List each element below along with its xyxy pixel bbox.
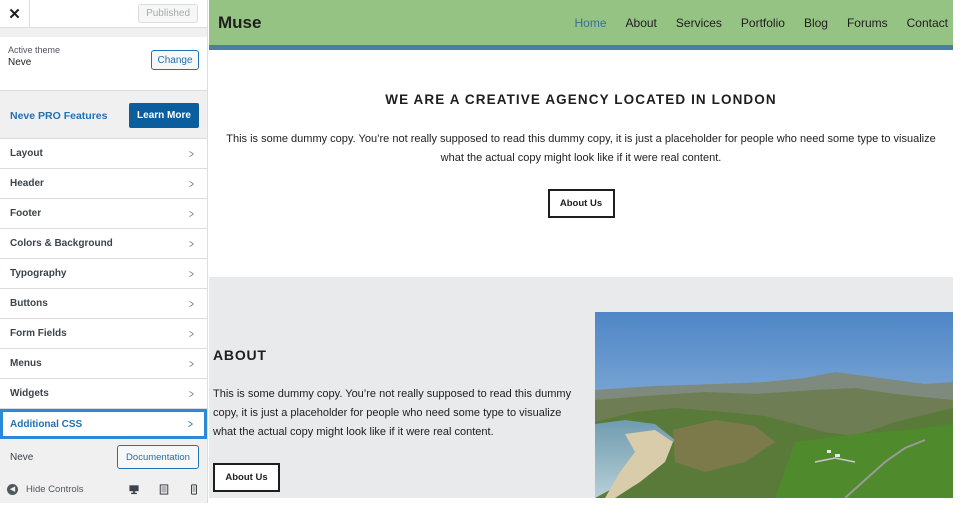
hero-text: This is some dummy copy. You’re not real… bbox=[226, 133, 936, 164]
sidebar-item-label: Menus bbox=[10, 358, 42, 369]
chevron-right-icon: > bbox=[189, 146, 194, 161]
nav-item-forums[interactable]: Forums bbox=[847, 16, 888, 30]
chevron-right-icon: > bbox=[189, 176, 194, 191]
chevron-right-icon: > bbox=[189, 266, 194, 281]
documentation-button[interactable]: Documentation bbox=[117, 445, 199, 469]
sidebar-item-header[interactable]: Header > bbox=[0, 169, 207, 199]
nav-item-blog[interactable]: Blog bbox=[804, 16, 828, 30]
sidebar-item-label: Buttons bbox=[10, 298, 48, 309]
mobile-icon[interactable] bbox=[189, 483, 199, 495]
published-button[interactable]: Published bbox=[138, 4, 198, 23]
sidebar-item-widgets[interactable]: Widgets > bbox=[0, 379, 207, 409]
chevron-right-icon: > bbox=[189, 356, 194, 371]
collapse-left-icon[interactable]: ◀ bbox=[7, 483, 18, 495]
chevron-right-icon: > bbox=[189, 326, 194, 341]
hide-controls-label[interactable]: Hide Controls bbox=[26, 484, 84, 495]
pro-features-panel: Neve PRO Features Learn More bbox=[0, 93, 207, 139]
sidebar-item-label: Typography bbox=[10, 268, 67, 279]
nav-item-contact[interactable]: Contact bbox=[907, 16, 948, 30]
device-switcher bbox=[129, 483, 199, 495]
close-icon[interactable]: ✕ bbox=[0, 0, 30, 28]
about-us-button[interactable]: About Us bbox=[213, 463, 280, 492]
hero-title: WE ARE A CREATIVE AGENCY LOCATED IN LOND… bbox=[385, 92, 777, 107]
chevron-right-icon: > bbox=[189, 236, 194, 251]
nav-item-home[interactable]: Home bbox=[575, 16, 607, 30]
sidebar-item-colors-background[interactable]: Colors & Background > bbox=[0, 229, 207, 259]
sidebar-item-buttons[interactable]: Buttons > bbox=[0, 289, 207, 319]
customizer-sidebar: ✕ Published Active theme Neve Change Nev… bbox=[0, 0, 208, 503]
chevron-right-icon: > bbox=[189, 206, 194, 221]
about-section: ABOUT This is some dummy copy. You’re no… bbox=[209, 277, 953, 498]
nav-item-portfolio[interactable]: Portfolio bbox=[741, 16, 785, 30]
active-theme-panel: Active theme Neve Change bbox=[0, 37, 207, 91]
sidebar-item-menus[interactable]: Menus > bbox=[0, 349, 207, 379]
hero-about-us-button[interactable]: About Us bbox=[547, 189, 615, 218]
site-header: Muse Home About Services Portfolio Blog … bbox=[209, 0, 953, 50]
about-title: ABOUT bbox=[213, 347, 267, 363]
sidebar-item-label: Colors & Background bbox=[10, 238, 113, 249]
site-preview: Muse Home About Services Portfolio Blog … bbox=[209, 0, 953, 503]
desktop-icon[interactable] bbox=[129, 484, 139, 495]
change-theme-button[interactable]: Change bbox=[151, 50, 199, 70]
chevron-right-icon: > bbox=[189, 296, 194, 311]
tablet-icon[interactable] bbox=[159, 483, 169, 495]
chevron-right-icon: > bbox=[189, 386, 194, 401]
main-nav: Home About Services Portfolio Blog Forum… bbox=[575, 16, 948, 30]
about-text: This is some dummy copy. You’re not real… bbox=[213, 388, 572, 438]
coastal-landscape-image bbox=[595, 312, 953, 498]
sidebar-item-label: Additional CSS bbox=[10, 418, 83, 430]
site-logo[interactable]: Muse bbox=[218, 13, 261, 33]
sidebar-item-footer[interactable]: Footer > bbox=[0, 199, 207, 229]
sidebar-top-bar: ✕ Published bbox=[0, 0, 207, 28]
sidebar-item-label: Form Fields bbox=[10, 328, 67, 339]
sidebar-item-label: Footer bbox=[10, 208, 42, 219]
customizer-menu: Layout > Header > Footer > Colors & Backgro… bbox=[0, 139, 207, 439]
chevron-right-icon: > bbox=[188, 417, 193, 431]
sidebar-item-additional-css[interactable]: Additional CSS > bbox=[0, 409, 207, 439]
sidebar-item-label: Layout bbox=[10, 148, 43, 159]
nav-item-services[interactable]: Services bbox=[676, 16, 722, 30]
sidebar-item-label: Header bbox=[10, 178, 44, 189]
sidebar-item-label: Widgets bbox=[10, 388, 49, 399]
pro-features-label: Neve PRO Features bbox=[10, 109, 108, 122]
sidebar-item-typography[interactable]: Typography > bbox=[0, 259, 207, 289]
sidebar-item-form-fields[interactable]: Form Fields > bbox=[0, 319, 207, 349]
hero-section: WE ARE A CREATIVE AGENCY LOCATED IN LOND… bbox=[209, 50, 953, 277]
nav-item-about[interactable]: About bbox=[626, 16, 657, 30]
sidebar-footer: ◀ Hide Controls bbox=[0, 475, 207, 503]
neve-docs-panel: Neve Documentation bbox=[0, 439, 207, 476]
learn-more-button[interactable]: Learn More bbox=[129, 103, 199, 128]
neve-label: Neve bbox=[10, 451, 34, 463]
sidebar-item-layout[interactable]: Layout > bbox=[0, 139, 207, 169]
